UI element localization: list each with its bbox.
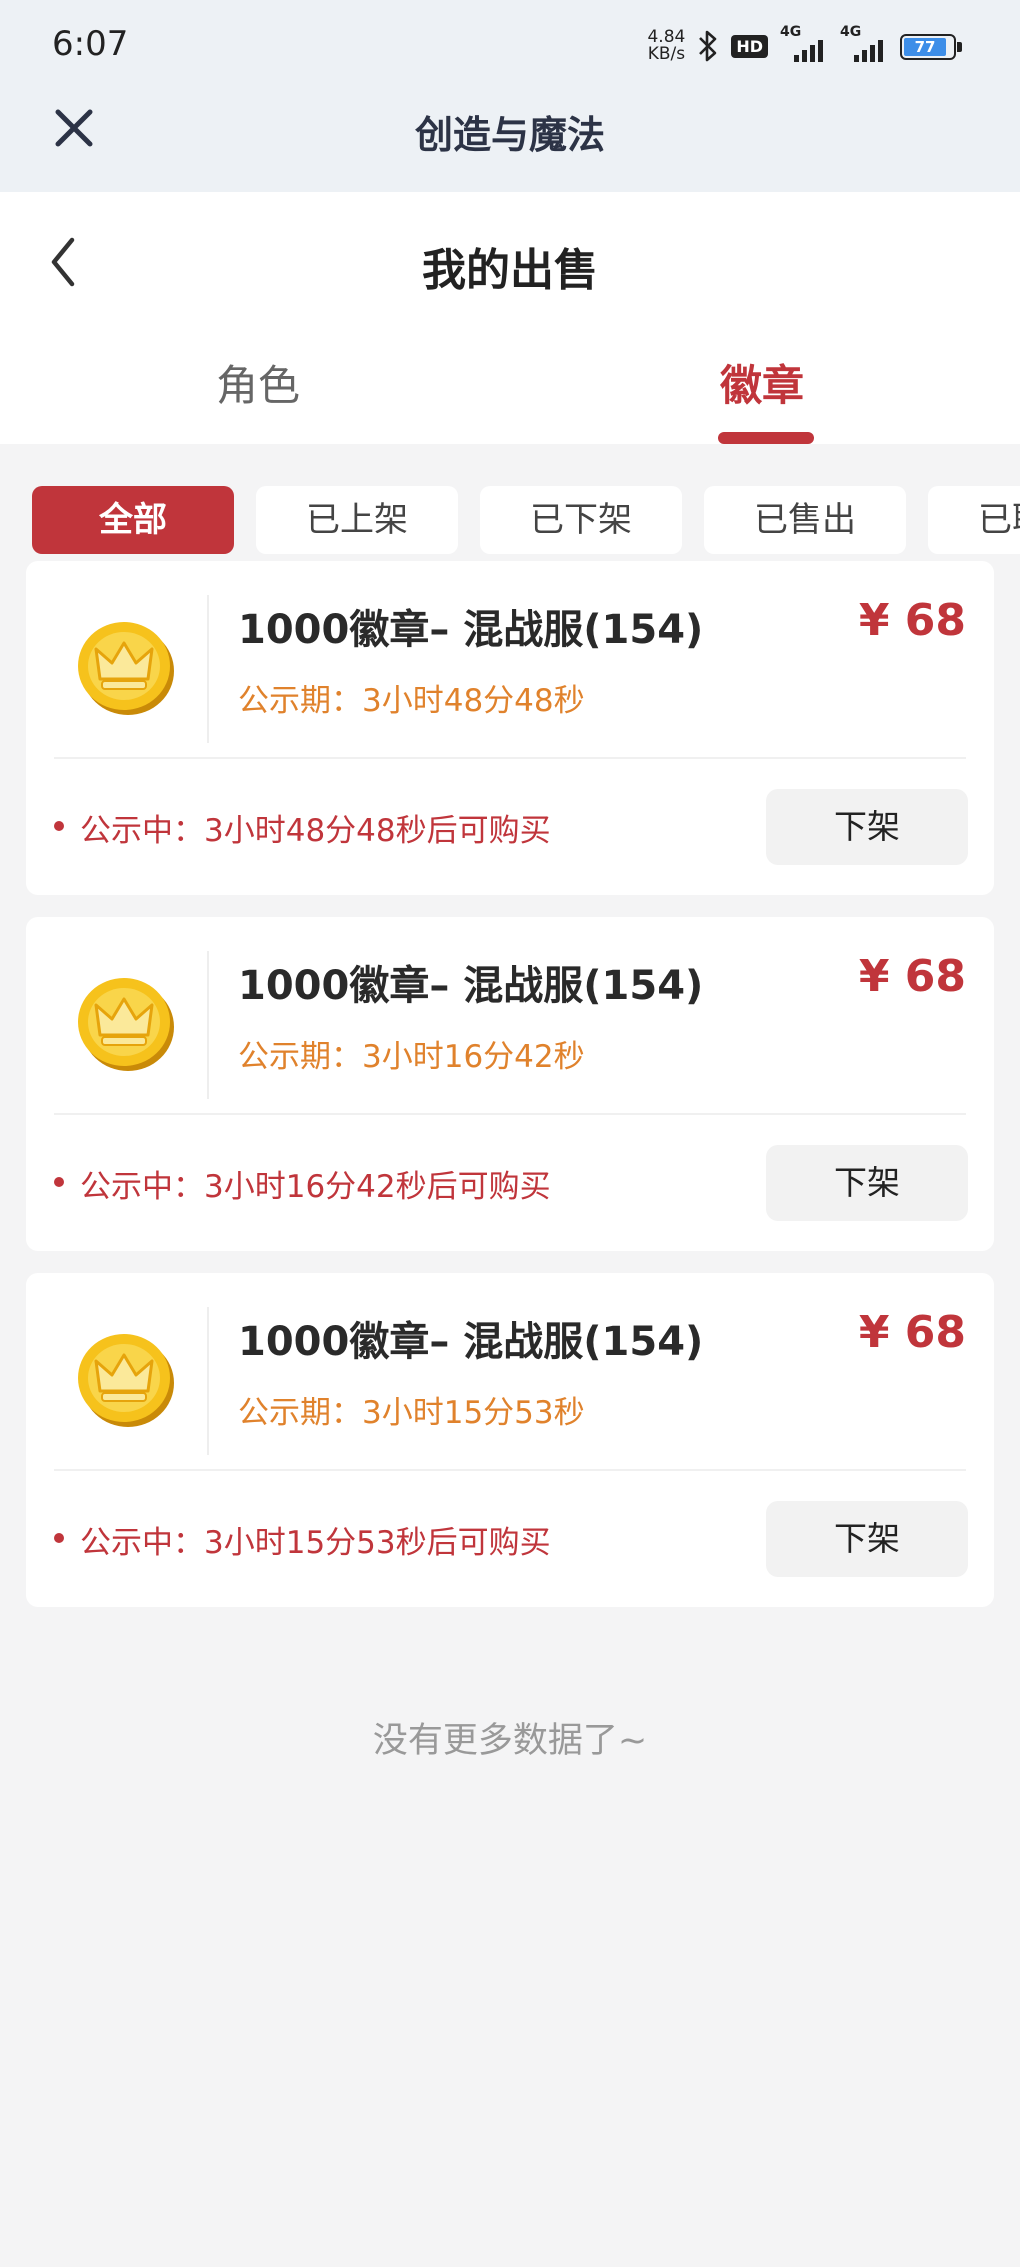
- filter-all[interactable]: 全部: [32, 486, 234, 554]
- active-tab-indicator: [718, 432, 814, 444]
- status-icons: 4.84 KB/s HD 4G 4G 77: [647, 24, 962, 66]
- status-text: 公示中：3小时15分53秒后可购买: [80, 1525, 551, 1561]
- listing-card[interactable]: 1000徽章– 混战服(154) 公示期：3小时15分53秒 ¥ 68 公示中：…: [26, 1273, 994, 1607]
- bluetooth-icon: [697, 29, 719, 63]
- item-price: ¥ 68: [858, 1307, 966, 1358]
- signal-icon: 4G: [780, 24, 828, 64]
- crown-coin-icon: [78, 978, 174, 1071]
- top-bar: 6:07 4.84 KB/s HD 4G 4G 77 创造与魔法: [0, 0, 1020, 192]
- divider: [54, 1113, 966, 1115]
- hd-voice-badge: HD: [731, 34, 768, 58]
- divider: [54, 1469, 966, 1471]
- delist-button[interactable]: 下架: [766, 1145, 968, 1221]
- status-dot: [54, 821, 64, 831]
- filter-listed[interactable]: 已上架: [256, 486, 458, 554]
- publicity-period: 公示期：3小时15分53秒: [238, 1395, 585, 1431]
- status-text: 公示中：3小时16分42秒后可购买: [80, 1169, 551, 1205]
- crown-coin-icon: [78, 622, 174, 715]
- page-header: 我的出售 角色 徽章: [0, 192, 1020, 444]
- divider: [207, 1307, 209, 1455]
- divider: [207, 595, 209, 743]
- item-title: 1000徽章– 混战服(154): [238, 1319, 704, 1365]
- divider: [207, 951, 209, 1099]
- status-dot: [54, 1533, 64, 1543]
- publicity-period: 公示期：3小时16分42秒: [238, 1039, 585, 1075]
- item-title: 1000徽章– 混战服(154): [238, 607, 704, 653]
- crown-coin-icon: [78, 1334, 174, 1427]
- status-dot: [54, 1177, 64, 1187]
- filter-cancelled[interactable]: 已取消: [928, 486, 1020, 554]
- status-text: 公示中：3小时48分48秒后可购买: [80, 813, 551, 849]
- delist-button[interactable]: 下架: [766, 789, 968, 865]
- filter-sold[interactable]: 已售出: [704, 486, 906, 554]
- page-title: 我的出售: [422, 245, 598, 296]
- divider: [54, 757, 966, 759]
- status-time: 6:07: [52, 24, 129, 64]
- no-more-data-text: 没有更多数据了~: [372, 1721, 648, 1761]
- app-title: 创造与魔法: [414, 113, 605, 157]
- publicity-period: 公示期：3小时48分48秒: [238, 683, 585, 719]
- item-title: 1000徽章– 混战服(154): [238, 963, 704, 1009]
- listing-card[interactable]: 1000徽章– 混战服(154) 公示期：3小时16分42秒 ¥ 68 公示中：…: [26, 917, 994, 1251]
- filter-delisted[interactable]: 已下架: [480, 486, 682, 554]
- network-speed: 4.84 KB/s: [647, 27, 686, 64]
- item-price: ¥ 68: [858, 951, 966, 1002]
- tab-roles[interactable]: 角色: [216, 352, 300, 413]
- filter-bar: 全部 已上架 已下架 已售出 已取消: [32, 486, 1020, 554]
- battery-icon: 77: [900, 31, 962, 61]
- listing-card[interactable]: 1000徽章– 混战服(154) 公示期：3小时48分48秒 ¥ 68 公示中：…: [26, 561, 994, 895]
- delist-button[interactable]: 下架: [766, 1501, 968, 1577]
- item-price: ¥ 68: [858, 595, 966, 646]
- signal-icon: 4G: [840, 24, 888, 64]
- tab-badges[interactable]: 徽章: [720, 352, 804, 413]
